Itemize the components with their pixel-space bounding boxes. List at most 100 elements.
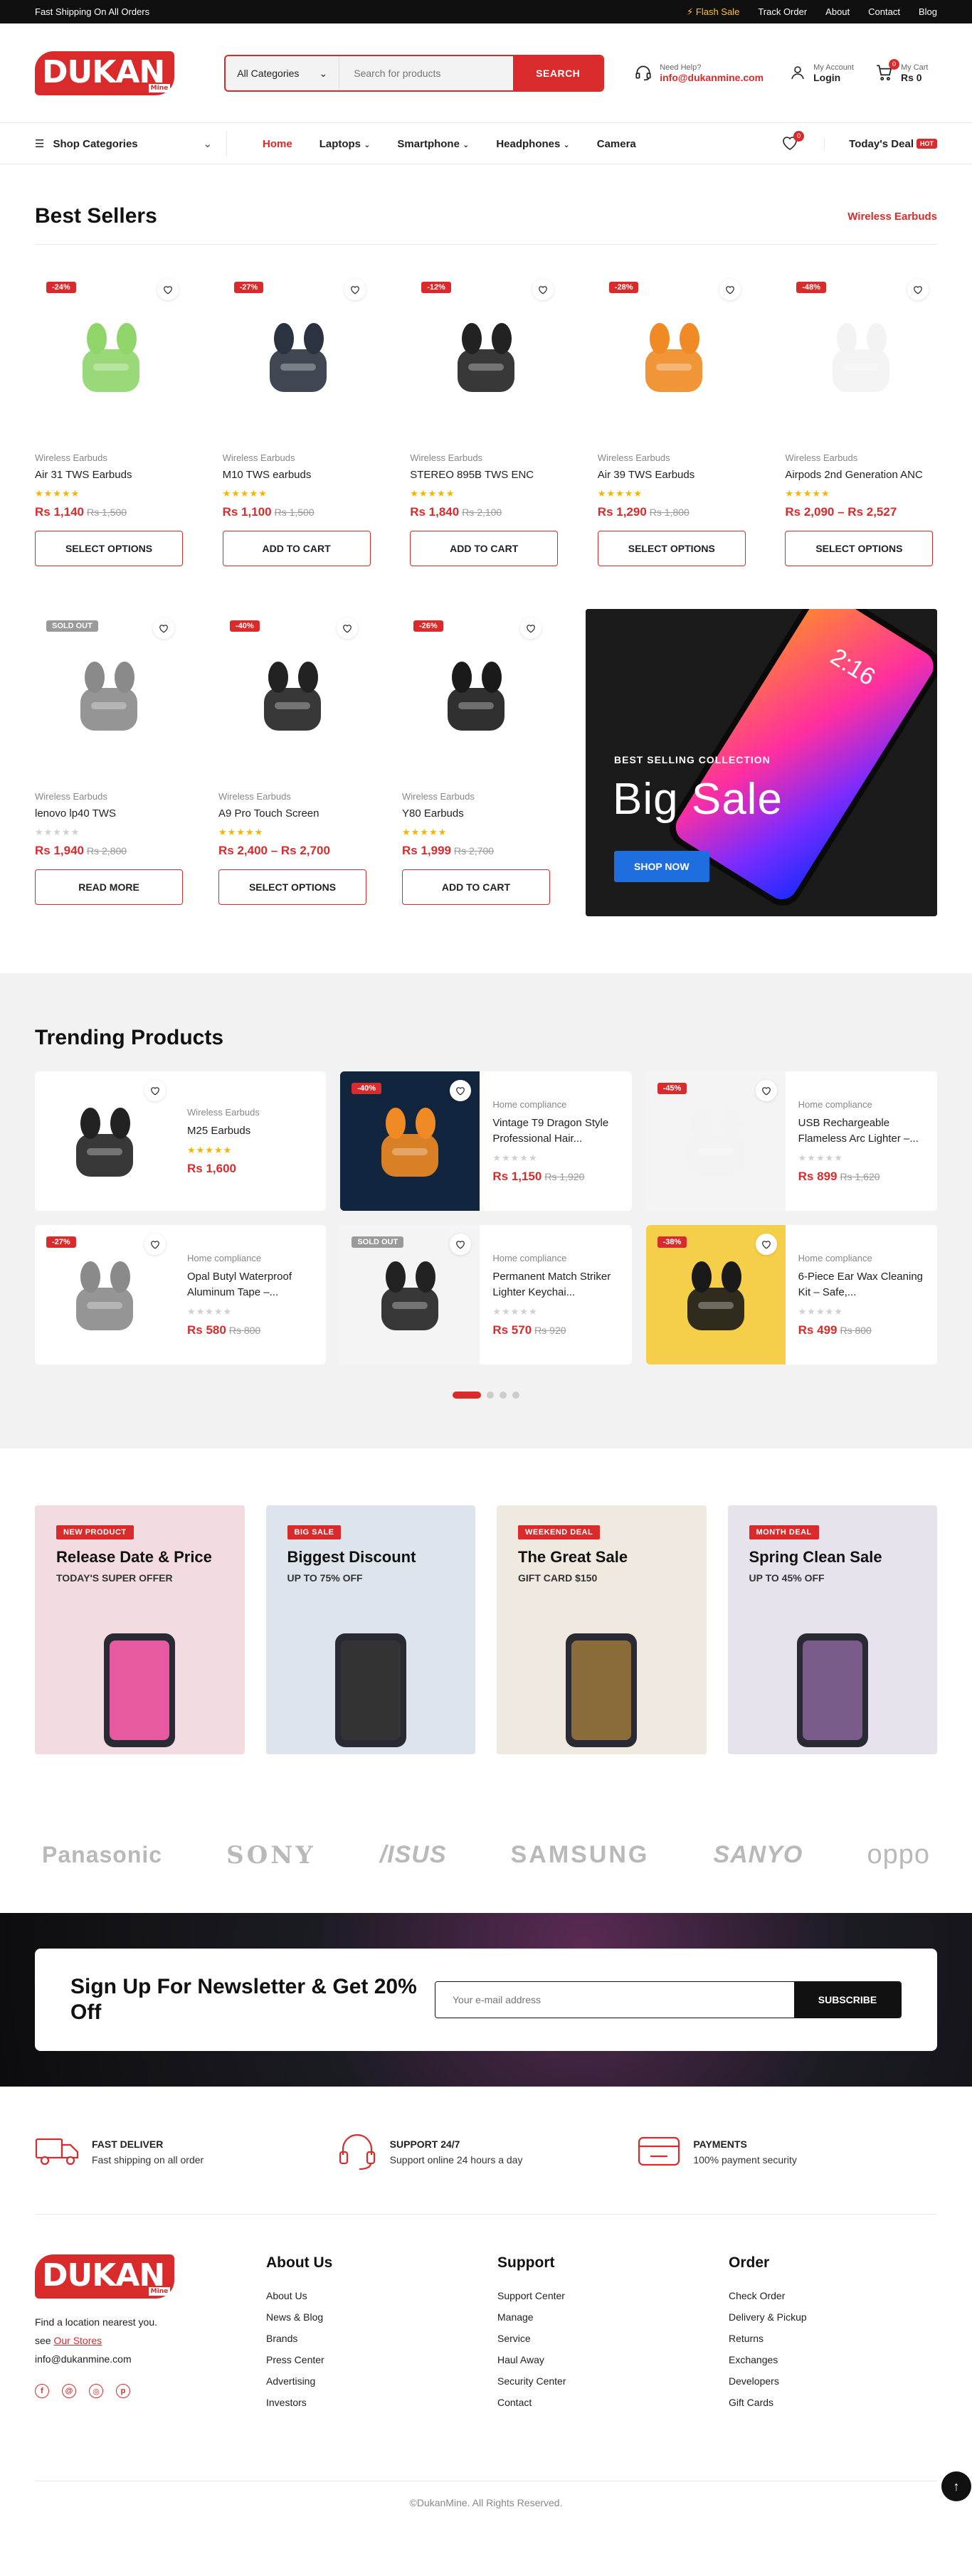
product-name[interactable]: Y80 Earbuds	[402, 806, 550, 821]
trending-card[interactable]: -40% Home compliance Vintage T9 Dragon Sty…	[340, 1071, 632, 1211]
category-select[interactable]: All Categories ⌄	[226, 56, 340, 90]
product-image[interactable]: -38%	[645, 1225, 786, 1364]
pinterest-icon[interactable]: p	[116, 2384, 130, 2398]
footer-link[interactable]: Security Center	[497, 2375, 566, 2387]
heart-icon[interactable]	[337, 618, 358, 639]
heart-icon[interactable]	[532, 279, 554, 300]
product-image[interactable]: -40%	[218, 609, 366, 781]
nav-smartphone[interactable]: Smartphone ⌄	[397, 138, 469, 150]
product-image[interactable]: -12%	[410, 270, 562, 442]
track-order-link[interactable]: Track Order	[758, 6, 807, 17]
promo-card[interactable]: BIG SALE Biggest Discount UP TO 75% OFF	[265, 1505, 475, 1754]
product-action-button[interactable]: READ MORE	[35, 869, 183, 905]
product-image[interactable]: -40%	[340, 1071, 480, 1211]
product-image[interactable]: SOLD OUT	[340, 1225, 480, 1364]
footer-logo[interactable]: DUKAN Mine	[35, 2254, 266, 2299]
facebook-icon[interactable]: f	[35, 2384, 49, 2398]
trending-card[interactable]: SOLD OUT Home compliance Permanent Match S…	[340, 1225, 632, 1364]
product-name[interactable]: A9 Pro Touch Screen	[218, 806, 366, 821]
our-stores-link[interactable]: Our Stores	[53, 2335, 102, 2346]
logo[interactable]: DUKAN Mine	[35, 51, 175, 95]
heart-icon[interactable]	[755, 1234, 777, 1255]
product-name[interactable]: Opal Butyl Waterproof Aluminum Tape –...	[187, 1269, 324, 1300]
promo-card[interactable]: WEEKEND DEAL The Great Sale GIFT CARD $150	[497, 1505, 707, 1754]
heart-icon[interactable]	[144, 1080, 166, 1101]
product-image[interactable]	[35, 1071, 174, 1211]
footer-link[interactable]: Gift Cards	[729, 2397, 773, 2408]
product-card[interactable]: -12% Wireless Earbuds STEREO 895B TWS ENC ★…	[410, 270, 562, 566]
footer-link[interactable]: Investors	[266, 2397, 307, 2408]
about-link[interactable]: About	[825, 6, 850, 17]
nav-home[interactable]: Home	[263, 138, 292, 150]
footer-link[interactable]: Developers	[729, 2375, 779, 2387]
product-name[interactable]: Airpods 2nd Generation ANC	[785, 467, 937, 482]
flash-sale-link[interactable]: ⚡ Flash Sale	[687, 6, 739, 18]
footer-link[interactable]: Service	[497, 2333, 531, 2344]
footer-link[interactable]: Press Center	[266, 2354, 324, 2365]
product-image[interactable]: -48%	[785, 270, 937, 442]
product-card[interactable]: -40% Wireless Earbuds A9 Pro Touch Screen ★…	[218, 609, 366, 916]
footer-link[interactable]: Manage	[497, 2311, 534, 2323]
product-name[interactable]: STEREO 895B TWS ENC	[410, 467, 562, 482]
blog-link[interactable]: Blog	[919, 6, 937, 17]
carousel-dot[interactable]	[500, 1392, 507, 1399]
footer-link[interactable]: Contact	[497, 2397, 532, 2408]
carousel-dot[interactable]	[512, 1392, 519, 1399]
trending-card[interactable]: Wireless Earbuds M25 Earbuds ★★★★★ Rs 1,600	[35, 1071, 327, 1211]
subscribe-button[interactable]: SUBSCRIBE	[794, 1982, 901, 2018]
footer-link[interactable]: Exchanges	[729, 2354, 778, 2365]
product-action-button[interactable]: SELECT OPTIONS	[218, 869, 366, 905]
product-card[interactable]: SOLD OUT Wireless Earbuds lenovo lp40 TWS ★…	[35, 609, 183, 916]
newsletter-email-input[interactable]	[435, 1982, 794, 2018]
footer-link[interactable]: News & Blog	[266, 2311, 323, 2323]
brand-sony[interactable]: SONY	[226, 1841, 316, 1870]
search-input[interactable]	[339, 56, 514, 90]
product-name[interactable]: M25 Earbuds	[187, 1123, 324, 1139]
product-action-button[interactable]: ADD TO CART	[222, 531, 371, 566]
product-name[interactable]: 6-Piece Ear Wax Cleaning Kit – Safe,...	[798, 1269, 935, 1300]
todays-deal-link[interactable]: Today's Deal HOT	[824, 137, 937, 150]
heart-icon[interactable]	[450, 1234, 472, 1255]
carousel-dot[interactable]	[453, 1392, 481, 1399]
footer-link[interactable]: Haul Away	[497, 2354, 544, 2365]
nav-laptops[interactable]: Laptops ⌄	[319, 138, 371, 150]
product-name[interactable]: Permanent Match Striker Lighter Keychai.…	[492, 1269, 629, 1300]
instagram-icon[interactable]: ◎	[89, 2384, 103, 2398]
brand-panasonic[interactable]: Panasonic	[42, 1842, 162, 1868]
trending-card[interactable]: -27% Home compliance Opal Butyl Waterproof…	[35, 1225, 327, 1364]
trending-card[interactable]: -45% Home compliance USB Rechargeable Flam…	[645, 1071, 937, 1211]
footer-link[interactable]: Brands	[266, 2333, 297, 2344]
heart-icon[interactable]	[907, 279, 929, 300]
product-name[interactable]: Air 39 TWS Earbuds	[598, 467, 750, 482]
login-link[interactable]: Login	[813, 72, 854, 83]
product-action-button[interactable]: ADD TO CART	[402, 869, 550, 905]
heart-icon[interactable]	[344, 279, 366, 300]
product-image[interactable]: -45%	[645, 1071, 786, 1211]
brand-samsung[interactable]: SAMSUNG	[511, 1841, 650, 1869]
product-image[interactable]: -26%	[402, 609, 550, 781]
footer-link[interactable]: About Us	[266, 2290, 307, 2301]
shop-categories-toggle[interactable]: ☰ Shop Categories ⌄	[35, 132, 227, 156]
heart-icon[interactable]	[520, 618, 542, 639]
search-button[interactable]: SEARCH	[513, 56, 603, 90]
trending-card[interactable]: -38% Home compliance 6-Piece Ear Wax Clean…	[645, 1225, 937, 1364]
product-card[interactable]: -26% Wireless Earbuds Y80 Earbuds ★★★★★ Rs 1…	[402, 609, 550, 916]
promo-card[interactable]: MONTH DEAL Spring Clean Sale UP TO 45% OFF	[727, 1505, 937, 1754]
product-card[interactable]: -28% Wireless Earbuds Air 39 TWS Earbuds ★★…	[597, 270, 750, 566]
product-name[interactable]: M10 TWS earbuds	[223, 467, 375, 482]
brand-oppo[interactable]: oppo	[867, 1840, 930, 1870]
product-action-button[interactable]: SELECT OPTIONS	[597, 531, 746, 566]
footer-link[interactable]: Check Order	[729, 2290, 785, 2301]
brand-sanyo[interactable]: SANYO	[713, 1841, 803, 1869]
product-image[interactable]: SOLD OUT	[35, 609, 183, 781]
account[interactable]: My Account Login	[789, 63, 854, 83]
product-action-button[interactable]: SELECT OPTIONS	[35, 531, 183, 566]
footer-link[interactable]: Returns	[729, 2333, 764, 2344]
carousel-dot[interactable]	[487, 1392, 494, 1399]
product-image[interactable]: -27%	[223, 270, 375, 442]
heart-icon[interactable]	[755, 1080, 777, 1101]
shop-now-button[interactable]: SHOP NOW	[614, 851, 709, 882]
product-card[interactable]: -24% Wireless Earbuds Air 31 TWS Earbuds ★★…	[35, 270, 187, 566]
heart-icon[interactable]	[153, 618, 174, 639]
product-action-button[interactable]: ADD TO CART	[410, 531, 559, 566]
